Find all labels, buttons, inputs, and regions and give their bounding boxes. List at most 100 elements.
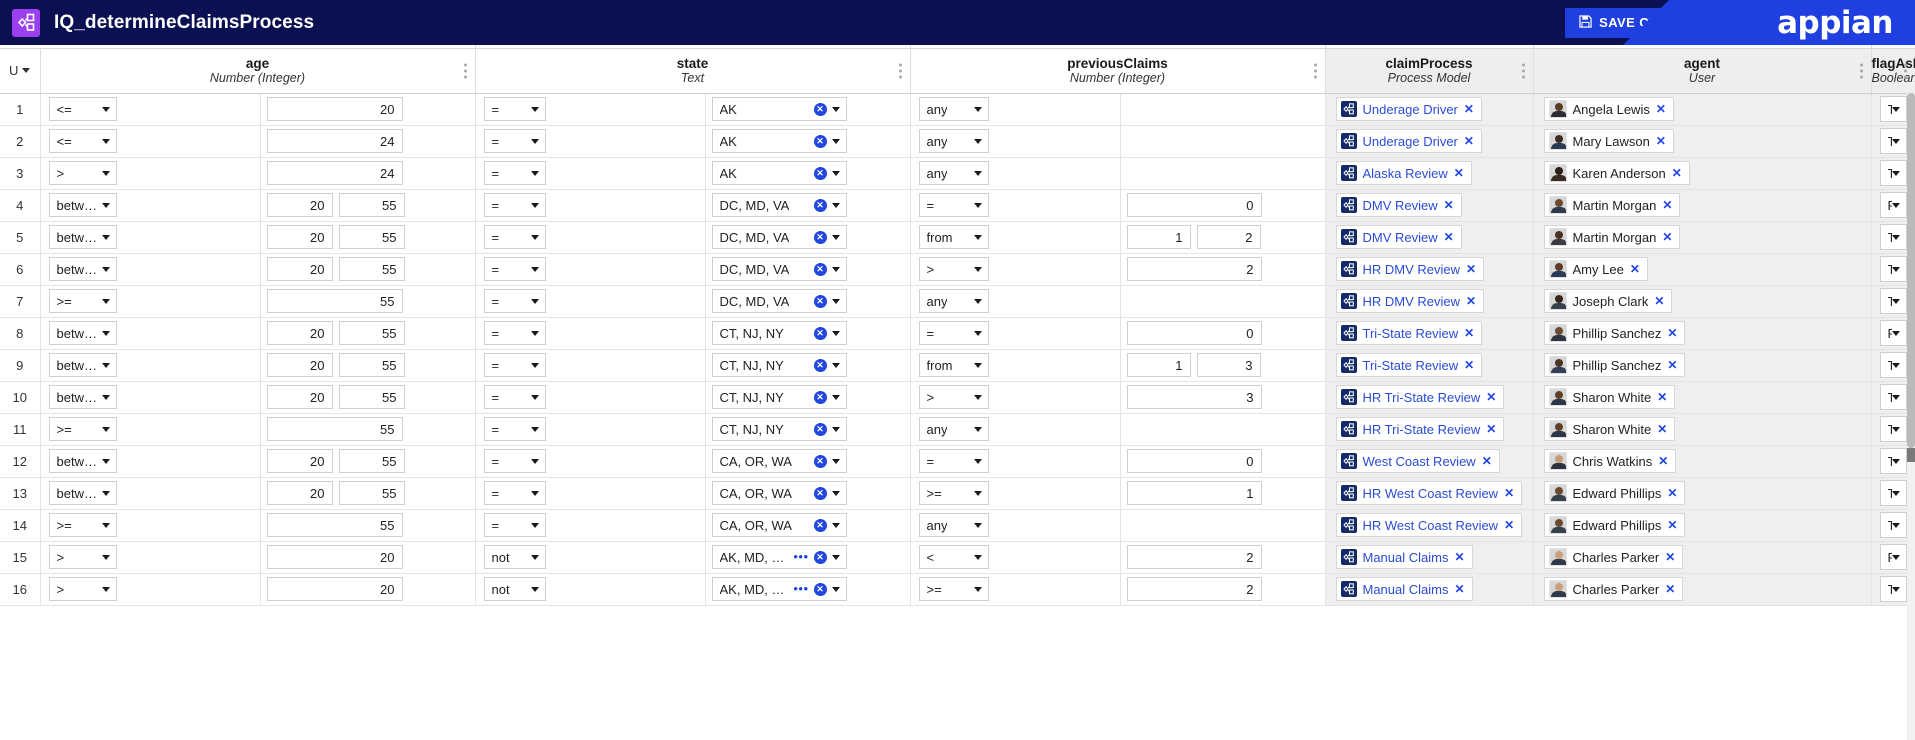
process-model-chip[interactable]: HR Tri-State Review ✕ — [1335, 417, 1505, 441]
age-operator-select[interactable]: betw… — [48, 449, 117, 473]
remove-icon[interactable]: ✕ — [1454, 166, 1464, 180]
user-chip[interactable]: Amy Lee ✕ — [1543, 257, 1648, 281]
previousclaims-operator-select[interactable]: from — [918, 225, 989, 249]
column-header-flagasrisk[interactable]: flagAsRisk Boolean — [1871, 48, 1915, 94]
previousclaims-operator-select[interactable]: >= — [918, 481, 989, 505]
remove-icon[interactable]: ✕ — [1657, 422, 1667, 436]
age-value-input[interactable]: 24 — [266, 129, 403, 153]
remove-icon[interactable]: ✕ — [1464, 134, 1474, 148]
previousclaims-value-input[interactable]: 3 — [1126, 385, 1262, 409]
state-value-picker[interactable]: AK, MD, CT, N••• ✕ — [711, 577, 847, 601]
user-chip[interactable]: Phillip Sanchez ✕ — [1543, 353, 1686, 377]
remove-icon[interactable]: ✕ — [1665, 550, 1675, 564]
remove-icon[interactable]: ✕ — [1667, 518, 1677, 532]
age-operator-select[interactable]: >= — [48, 513, 117, 537]
clear-icon[interactable]: ✕ — [813, 390, 827, 404]
age-value-input[interactable]: 55 — [266, 417, 403, 441]
age-value-min-input[interactable]: 20 — [266, 385, 333, 409]
remove-icon[interactable]: ✕ — [1466, 294, 1476, 308]
previousclaims-value-input[interactable]: 0 — [1126, 321, 1262, 345]
age-value-min-input[interactable]: 20 — [266, 193, 333, 217]
index-select[interactable]: U — [0, 63, 40, 78]
user-chip[interactable]: Phillip Sanchez ✕ — [1543, 321, 1686, 345]
age-operator-select[interactable]: betw… — [48, 193, 117, 217]
age-operator-select[interactable]: betw… — [48, 257, 117, 281]
process-model-chip[interactable]: Tri-State Review ✕ — [1335, 353, 1483, 377]
age-operator-select[interactable]: betw… — [48, 321, 117, 345]
process-model-label[interactable]: Underage Driver — [1363, 134, 1458, 149]
age-value-min-input[interactable]: 20 — [266, 449, 333, 473]
state-value-picker[interactable]: DC, MD, VA ✕ — [711, 193, 847, 217]
clear-icon[interactable]: ✕ — [813, 326, 827, 340]
age-value-min-input[interactable]: 20 — [266, 225, 333, 249]
process-model-label[interactable]: HR Tri-State Review — [1363, 390, 1481, 405]
state-operator-select[interactable]: = — [483, 513, 546, 537]
process-model-chip[interactable]: Alaska Review ✕ — [1335, 161, 1472, 185]
state-value-picker[interactable]: DC, MD, VA ✕ — [711, 225, 847, 249]
clear-icon[interactable]: ✕ — [813, 518, 827, 532]
previousclaims-operator-select[interactable]: = — [918, 193, 989, 217]
remove-icon[interactable]: ✕ — [1665, 582, 1675, 596]
state-operator-select[interactable]: = — [483, 161, 546, 185]
state-operator-select[interactable]: = — [483, 417, 546, 441]
remove-icon[interactable]: ✕ — [1464, 102, 1474, 116]
age-value-max-input[interactable]: 55 — [338, 225, 405, 249]
age-operator-select[interactable]: <= — [48, 97, 117, 121]
remove-icon[interactable]: ✕ — [1662, 198, 1672, 212]
process-model-chip[interactable]: West Coast Review ✕ — [1335, 449, 1500, 473]
previousclaims-operator-select[interactable]: > — [918, 257, 989, 281]
age-operator-select[interactable]: > — [48, 545, 117, 569]
flagasrisk-select[interactable]: True — [1879, 288, 1907, 314]
remove-icon[interactable]: ✕ — [1464, 326, 1474, 340]
user-chip[interactable]: Angela Lewis ✕ — [1543, 97, 1674, 121]
column-menu-state-icon[interactable] — [898, 63, 902, 78]
process-model-label[interactable]: Manual Claims — [1363, 582, 1449, 597]
flagasrisk-select[interactable]: True — [1879, 512, 1907, 538]
previousclaims-operator-select[interactable]: < — [918, 545, 989, 569]
remove-icon[interactable]: ✕ — [1486, 390, 1496, 404]
process-model-chip[interactable]: DMV Review ✕ — [1335, 193, 1462, 217]
age-value-input[interactable]: 20 — [266, 97, 403, 121]
state-value-picker[interactable]: CT, NJ, NY ✕ — [711, 321, 847, 345]
clear-icon[interactable]: ✕ — [813, 454, 827, 468]
previousclaims-operator-select[interactable]: any — [918, 513, 989, 537]
column-menu-agent-icon[interactable] — [1859, 63, 1863, 78]
index-column-header[interactable]: U — [0, 48, 41, 94]
previousclaims-value-input[interactable]: 2 — [1126, 545, 1262, 569]
process-model-chip[interactable]: Tri-State Review ✕ — [1335, 321, 1483, 345]
state-value-picker[interactable]: CT, NJ, NY ✕ — [711, 385, 847, 409]
user-chip[interactable]: Mary Lawson ✕ — [1543, 129, 1674, 153]
remove-icon[interactable]: ✕ — [1504, 486, 1514, 500]
previousclaims-operator-select[interactable]: any — [918, 289, 989, 313]
process-model-label[interactable]: DMV Review — [1363, 230, 1438, 245]
process-model-label[interactable]: HR West Coast Review — [1363, 518, 1499, 533]
scrollbar-thumb[interactable] — [1907, 93, 1915, 448]
previousclaims-value-input[interactable]: 2 — [1126, 577, 1262, 601]
remove-icon[interactable]: ✕ — [1630, 262, 1640, 276]
state-operator-select[interactable]: = — [483, 225, 546, 249]
age-value-max-input[interactable]: 55 — [338, 193, 405, 217]
user-chip[interactable]: Sharon White ✕ — [1543, 385, 1676, 409]
process-model-chip[interactable]: HR West Coast Review ✕ — [1335, 513, 1523, 537]
remove-icon[interactable]: ✕ — [1658, 454, 1668, 468]
column-header-state[interactable]: state Text — [475, 48, 911, 94]
state-value-picker[interactable]: CT, NJ, NY ✕ — [711, 353, 847, 377]
column-menu-claimprocess-icon[interactable] — [1521, 63, 1525, 78]
state-value-picker[interactable]: DC, MD, VA ✕ — [711, 257, 847, 281]
remove-icon[interactable]: ✕ — [1482, 454, 1492, 468]
previousclaims-value-max-input[interactable]: 3 — [1196, 353, 1261, 377]
age-operator-select[interactable]: > — [48, 577, 117, 601]
age-value-min-input[interactable]: 20 — [266, 321, 333, 345]
state-value-picker[interactable]: CA, OR, WA ✕ — [711, 449, 847, 473]
column-header-age[interactable]: age Number (Integer) — [40, 48, 476, 94]
clear-icon[interactable]: ✕ — [813, 294, 827, 308]
remove-icon[interactable]: ✕ — [1454, 550, 1464, 564]
age-operator-select[interactable]: >= — [48, 289, 117, 313]
age-value-input[interactable]: 55 — [266, 289, 403, 313]
clear-icon[interactable]: ✕ — [813, 166, 827, 180]
age-value-max-input[interactable]: 55 — [338, 481, 405, 505]
age-value-max-input[interactable]: 55 — [338, 449, 405, 473]
process-model-label[interactable]: Alaska Review — [1363, 166, 1448, 181]
column-menu-age-icon[interactable] — [463, 63, 467, 78]
flagasrisk-select[interactable]: True — [1879, 128, 1907, 154]
